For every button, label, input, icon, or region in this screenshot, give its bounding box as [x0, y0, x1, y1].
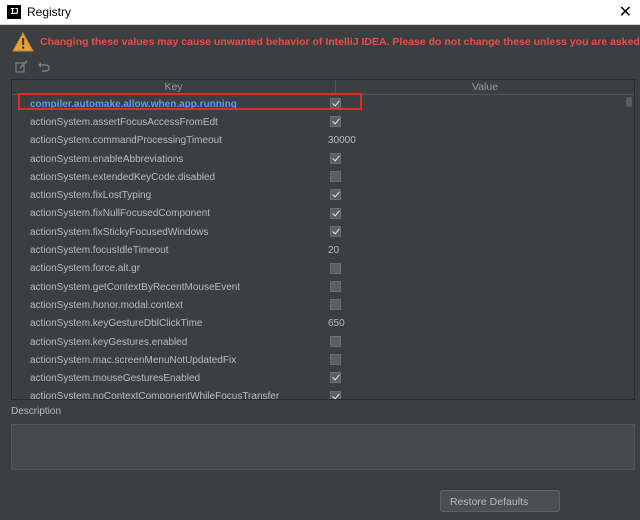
value-checkbox[interactable]	[330, 354, 341, 366]
registry-key: actionSystem.force.alt.gr	[30, 263, 141, 275]
registry-key: actionSystem.extendedKeyCode.disabled	[30, 171, 216, 183]
table-row[interactable]: actionSystem.honor.modal.context	[12, 296, 624, 314]
registry-key: actionSystem.fixNullFocusedComponent	[30, 208, 211, 220]
column-header-key[interactable]: Key	[12, 80, 336, 94]
table-body: compiler.automake.allow.when.app.running…	[12, 95, 624, 400]
registry-key: actionSystem.commandProcessingTimeout	[30, 135, 222, 147]
registry-key: actionSystem.enableAbbreviations	[30, 153, 184, 165]
table-row[interactable]: actionSystem.fixNullFocusedComponent	[12, 205, 624, 223]
registry-key: actionSystem.mouseGesturesEnabled	[30, 373, 201, 385]
value-text[interactable]: 20	[328, 245, 339, 256]
value-checkbox[interactable]	[330, 372, 341, 384]
value-checkbox[interactable]	[330, 335, 341, 347]
value-checkbox[interactable]	[330, 116, 341, 128]
warning-text: Changing these values may cause unwanted…	[40, 36, 640, 48]
table-row[interactable]: actionSystem.mac.screenMenuNotUpdatedFix	[12, 351, 624, 369]
column-header-value[interactable]: Value	[336, 80, 634, 94]
registry-key: actionSystem.noContextComponentWhileFocu…	[30, 391, 280, 400]
table-row[interactable]: actionSystem.focusIdleTimeout 20	[12, 241, 624, 259]
table-row[interactable]: actionSystem.mouseGesturesEnabled	[12, 369, 624, 387]
registry-key: actionSystem.keyGestures.enabled	[30, 336, 188, 348]
revert-icon[interactable]	[36, 59, 50, 73]
table-row[interactable]: actionSystem.keyGestureDblClickTime 650	[12, 315, 624, 333]
registry-key: actionSystem.fixLostTyping	[30, 190, 152, 202]
description-label: Description	[11, 406, 62, 417]
table-row[interactable]: actionSystem.assertFocusAccessFromEdt	[12, 113, 624, 131]
registry-key: actionSystem.keyGestureDblClickTime	[30, 318, 203, 330]
table-header: Key Value	[12, 80, 634, 95]
intellij-app-icon: IJ	[7, 5, 21, 19]
value-checkbox[interactable]	[330, 152, 341, 164]
value-checkbox[interactable]	[330, 280, 341, 292]
warning-triangle-icon	[12, 32, 34, 52]
registry-key: compiler.automake.allow.when.app.running	[30, 98, 237, 110]
value-checkbox[interactable]	[330, 207, 341, 219]
registry-key: actionSystem.assertFocusAccessFromEdt	[30, 116, 218, 128]
value-checkbox[interactable]	[330, 226, 341, 238]
table-row[interactable]: actionSystem.fixLostTyping	[12, 186, 624, 204]
value-text[interactable]: 650	[328, 318, 345, 329]
window-title: Registry	[27, 5, 72, 19]
value-checkbox[interactable]	[330, 189, 341, 201]
warning-banner: Changing these values may cause unwanted…	[12, 31, 640, 53]
scrollbar-thumb[interactable]	[626, 97, 632, 107]
table-row[interactable]: actionSystem.fixStickyFocusedWindows	[12, 223, 624, 241]
window-titlebar: IJ Registry ✕	[0, 0, 640, 25]
table-row[interactable]: actionSystem.extendedKeyCode.disabled	[12, 168, 624, 186]
table-row[interactable]: actionSystem.force.alt.gr	[12, 260, 624, 278]
table-row[interactable]: compiler.automake.allow.when.app.running	[12, 95, 624, 113]
table-row[interactable]: actionSystem.keyGestures.enabled	[12, 333, 624, 351]
value-checkbox[interactable]	[330, 299, 341, 311]
description-box	[11, 424, 635, 470]
registry-key: actionSystem.fixStickyFocusedWindows	[30, 226, 209, 238]
registry-key: actionSystem.honor.modal.context	[30, 299, 183, 311]
edit-icon[interactable]	[14, 59, 28, 73]
table-row[interactable]: actionSystem.commandProcessingTimeout 300…	[12, 132, 624, 150]
registry-key: actionSystem.getContextByRecentMouseEven…	[30, 281, 241, 293]
registry-toolbar	[14, 59, 50, 73]
value-text[interactable]: 30000	[328, 135, 356, 146]
registry-key: actionSystem.focusIdleTimeout	[30, 245, 169, 257]
restore-defaults-button[interactable]: Restore Defaults	[440, 490, 560, 512]
value-checkbox[interactable]	[330, 262, 341, 274]
table-scrollbar[interactable]	[624, 95, 634, 399]
table-row[interactable]: actionSystem.noContextComponentWhileFocu…	[12, 388, 624, 400]
close-icon[interactable]: ✕	[619, 3, 632, 21]
table-row[interactable]: actionSystem.getContextByRecentMouseEven…	[12, 278, 624, 296]
value-checkbox[interactable]	[330, 98, 341, 109]
registry-key: actionSystem.mac.screenMenuNotUpdatedFix	[30, 354, 237, 366]
table-row[interactable]: actionSystem.enableAbbreviations	[12, 150, 624, 168]
registry-table: Key Value compiler.automake.allow.when.a…	[11, 79, 635, 400]
value-checkbox[interactable]	[330, 390, 341, 399]
value-checkbox[interactable]	[330, 171, 341, 183]
